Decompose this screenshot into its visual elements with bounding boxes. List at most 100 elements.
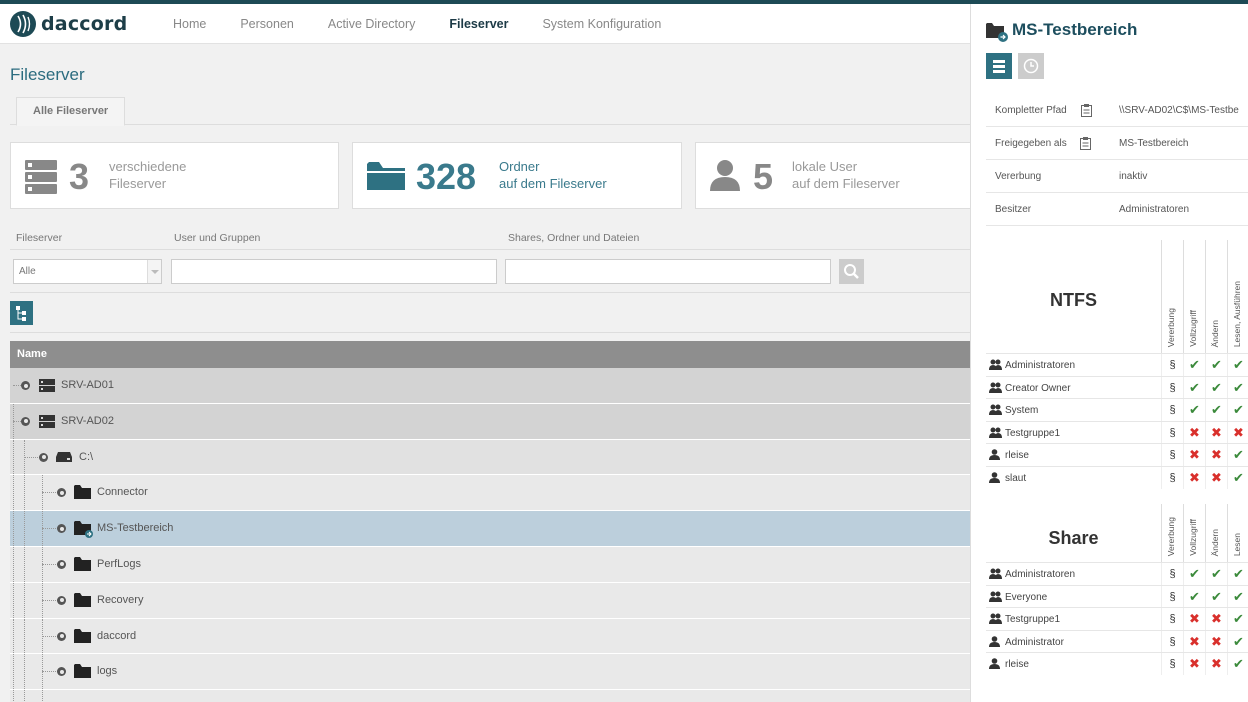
principal-name: System [1005, 405, 1039, 416]
detail-view-button[interactable] [986, 53, 1012, 79]
clipboard-icon[interactable] [1081, 104, 1092, 117]
table-row[interactable]: C:\ [10, 439, 970, 476]
check-icon: ✔ [1205, 376, 1227, 399]
column-header-label: Ändern [1210, 528, 1220, 556]
check-icon: ✔ [1205, 585, 1227, 608]
user-group-icon [989, 382, 1002, 396]
fileserver-select[interactable]: Alle [13, 259, 162, 284]
page-title: Fileserver [10, 65, 85, 84]
permission-row[interactable]: Administratoren § ✔ ✔ ✔ [986, 353, 1248, 376]
history-view-button[interactable] [1018, 53, 1044, 79]
inheritance-mark: § [1161, 376, 1183, 399]
check-icon: ✔ [1227, 399, 1248, 421]
permission-row[interactable]: rleise § ✖ ✖ ✔ [986, 652, 1248, 675]
filter-label-shares: Shares, Ordner und Dateien [508, 232, 640, 244]
user-group-icon [989, 427, 1002, 441]
cross-icon: ✖ [1205, 653, 1227, 675]
property-key: Vererbung [995, 171, 1042, 182]
table-row[interactable]: PerfLogs [10, 546, 970, 583]
property-row: Besitzer Administratoren [986, 193, 1248, 226]
table-row[interactable]: SRV-AD01 [10, 368, 970, 404]
share-rows: Administratoren § ✔ ✔ ✔ Everyone § ✔ ✔ ✔ Testgrupp… [986, 562, 1248, 675]
permission-row[interactable]: Creator Owner § ✔ ✔ ✔ [986, 375, 1248, 399]
permission-row[interactable]: Administratoren § ✔ ✔ ✔ [986, 562, 1248, 585]
fileserver-select-value: Alle [19, 266, 36, 277]
principal-name: slaut [1005, 472, 1027, 484]
principal-name: Testgruppe1 [1005, 614, 1061, 625]
nav-system-konfiguration[interactable]: System Konfiguration [525, 4, 678, 44]
tab-alle-fileserver[interactable]: Alle Fileserver [16, 97, 126, 126]
cross-icon: ✖ [1227, 421, 1248, 444]
table-row-selected[interactable]: MS-Testbereich [10, 511, 970, 547]
tree-connector [24, 546, 25, 582]
stat-card-lokale-user: 5 lokale User auf dem Fileserver [695, 142, 970, 209]
permission-row[interactable]: rleise § ✖ ✖ ✔ [986, 443, 1248, 466]
column-header: Ändern [1205, 504, 1227, 562]
expand-toggle[interactable] [21, 381, 30, 390]
permission-row[interactable]: Everyone § ✔ ✔ ✔ [986, 584, 1248, 608]
expand-toggle[interactable] [57, 524, 66, 534]
expand-toggle[interactable] [57, 559, 66, 569]
table-row[interactable]: Recovery [10, 582, 970, 619]
permission-row[interactable]: System § ✔ ✔ ✔ [986, 398, 1248, 421]
expand-toggle[interactable] [21, 416, 30, 426]
detail-title: MS-Testbereich [1012, 20, 1138, 39]
property-key: Kompletter Pfad [995, 105, 1067, 116]
fileserver-tree-table: Name SRV-AD01 SRV-AD02 C:\ Connector MS-… [10, 341, 970, 702]
tree-connector [42, 492, 58, 494]
shares-search-input[interactable] [505, 259, 831, 284]
nav-personen[interactable]: Personen [223, 4, 311, 44]
nav-fileserver[interactable]: Fileserver [432, 4, 525, 44]
divider [10, 292, 970, 293]
tree-connector [24, 618, 25, 654]
users-groups-input[interactable] [171, 259, 497, 284]
folder-icon [74, 485, 91, 500]
user-icon [989, 635, 1000, 650]
daccord-logo-icon [10, 11, 36, 37]
stat-line2: auf dem Fileserver [792, 176, 900, 191]
permission-row[interactable]: Testgruppe1 § ✖ ✖ ✔ [986, 607, 1248, 630]
cross-icon: ✖ [1183, 630, 1205, 653]
clipboard-icon[interactable] [1080, 137, 1091, 150]
property-list: Kompletter Pfad \\SRV-AD02\C$\MS-Testbe … [986, 94, 1248, 226]
ntfs-header: NTFS Vererbung Vollzugriff Ändern Lesen,… [986, 240, 1248, 353]
property-row: Vererbung inaktiv [986, 160, 1248, 193]
shared-folder-icon [74, 521, 93, 539]
column-header: Vollzugriff [1183, 240, 1205, 353]
check-icon: ✔ [1227, 376, 1248, 399]
table-row[interactable] [10, 690, 970, 702]
expand-toggle[interactable] [57, 631, 66, 641]
tree-connector [13, 546, 14, 582]
row-label: Connector [97, 486, 148, 499]
expand-toggle[interactable] [57, 667, 66, 677]
column-header-label: Vererbung [1166, 516, 1176, 556]
table-row[interactable]: logs [10, 654, 970, 691]
permission-row[interactable]: Testgruppe1 § ✖ ✖ ✖ [986, 420, 1248, 444]
tree-connector [13, 654, 14, 690]
app-logo[interactable]: daccord [9, 10, 127, 38]
tree-connector [24, 690, 25, 702]
folder-icon [74, 628, 91, 643]
expand-toggle[interactable] [57, 595, 66, 605]
check-icon: ✔ [1205, 354, 1227, 376]
expand-toggle[interactable] [39, 452, 48, 462]
table-row[interactable]: SRV-AD02 [10, 403, 970, 440]
table-row[interactable]: Connector [10, 475, 970, 512]
main-content: Fileserver Alle Fileserver 3 verschieden… [0, 45, 970, 702]
permission-row[interactable]: slaut § ✖ ✖ ✔ [986, 465, 1248, 489]
principal-name: Administratoren [1005, 569, 1076, 580]
column-header-name: Name [10, 341, 970, 368]
row-label: Recovery [97, 593, 144, 606]
principal-name: Administrator [1005, 636, 1064, 648]
expand-toggle[interactable] [57, 488, 66, 498]
permission-row[interactable]: Administrator § ✖ ✖ ✔ [986, 629, 1248, 653]
tree-view-button[interactable] [10, 301, 33, 325]
filter-label-users: User und Gruppen [174, 232, 261, 244]
principal-name: Everyone [1005, 591, 1048, 603]
search-button[interactable] [839, 259, 864, 284]
check-icon: ✔ [1227, 585, 1248, 608]
stat-label: Ordner auf dem Fileserver [499, 158, 607, 192]
nav-active-directory[interactable]: Active Directory [311, 4, 433, 44]
table-row[interactable]: daccord [10, 618, 970, 655]
nav-home[interactable]: Home [156, 4, 223, 44]
